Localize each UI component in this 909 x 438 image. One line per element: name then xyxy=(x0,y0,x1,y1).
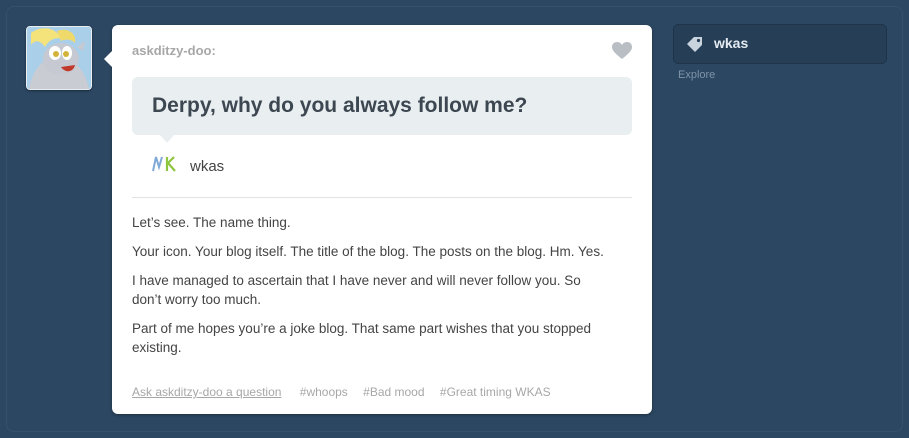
post-card: askditzy-doo: Derpy, why do you always f… xyxy=(104,25,652,414)
answer-paragraph: Part of me hopes you’re a joke blog. Tha… xyxy=(132,321,592,355)
wkas-logo-icon[interactable] xyxy=(152,155,178,173)
tag-link[interactable]: #Great timing WKAS xyxy=(440,385,551,399)
answer-paragraph: Your icon. Your blog itself. The title o… xyxy=(132,244,604,259)
answer-paragraph: Let’s see. The name thing. xyxy=(132,215,291,230)
tag-icon xyxy=(686,36,704,52)
question-text: Derpy, why do you always follow me? xyxy=(152,94,528,117)
ask-question-link[interactable]: Ask askditzy-doo a question xyxy=(132,385,281,399)
heart-icon[interactable] xyxy=(612,42,632,60)
tag-link[interactable]: #whoops xyxy=(300,385,348,399)
divider xyxy=(132,197,632,198)
post-footer: Ask askditzy-doo a question #whoops #Bad… xyxy=(132,385,563,399)
avatar[interactable] xyxy=(26,26,92,90)
answer-paragraph: I have managed to ascertain that I have … xyxy=(132,273,581,307)
answer-body: Let’s see. The name thing. Your icon. Yo… xyxy=(132,213,612,367)
sidebar-tag-label: wkas xyxy=(714,35,749,51)
question-bubble: Derpy, why do you always follow me? xyxy=(132,77,632,143)
sidebar-tag-button[interactable]: wkas xyxy=(673,24,887,64)
post-author[interactable]: askditzy-doo: xyxy=(132,43,216,58)
pony-avatar-icon xyxy=(27,27,91,89)
tag-link[interactable]: #Bad mood xyxy=(363,385,424,399)
asker-name[interactable]: wkas xyxy=(190,158,224,175)
explore-link[interactable]: Explore xyxy=(678,69,715,81)
